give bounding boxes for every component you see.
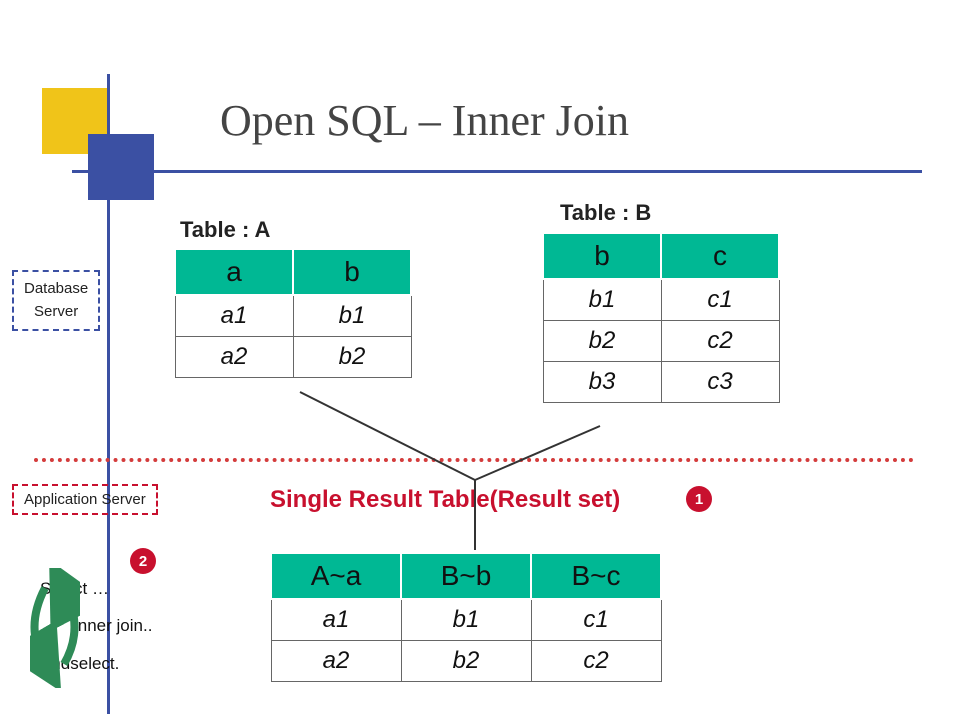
- table-row: b3 c3: [543, 362, 779, 403]
- table-row: a1 b1 c1: [271, 599, 661, 641]
- table-row: b2 c2: [543, 321, 779, 362]
- table-a-header: b: [293, 249, 411, 295]
- result-header: B~b: [401, 553, 531, 599]
- code-endselect: Endselect.: [40, 645, 152, 682]
- header-underline: [72, 170, 922, 173]
- result-table: A~a B~b B~c a1 b1 c1 a2 b2 c2: [270, 552, 662, 682]
- slide-title: Open SQL – Inner Join: [220, 95, 629, 146]
- result-title: Single Result Table(Result set): [270, 486, 620, 514]
- code-innerjoin: inner join..: [40, 607, 152, 644]
- application-server-box: Application Server: [12, 484, 158, 515]
- result-header: B~c: [531, 553, 661, 599]
- step-badge-1: 1: [686, 486, 712, 512]
- table-row: a2 b2 c2: [271, 641, 661, 682]
- decor-square-blue: [88, 134, 154, 200]
- table-b-header: b: [543, 233, 661, 279]
- table-a: a b a1 b1 a2 b2: [174, 248, 412, 378]
- table-row: b1 c1: [543, 279, 779, 321]
- table-a-header: a: [175, 249, 293, 295]
- db-server-line2: Server: [34, 303, 78, 320]
- table-b-label: Table : B: [560, 200, 651, 226]
- table-a-label: Table : A: [180, 217, 270, 243]
- code-select: Select …: [40, 570, 152, 607]
- db-server-line1: Database: [24, 280, 88, 297]
- table-b-header: c: [661, 233, 779, 279]
- database-server-box: Database Server: [12, 270, 100, 331]
- result-header: A~a: [271, 553, 401, 599]
- table-b: b c b1 c1 b2 c2 b3 c3: [542, 232, 780, 403]
- code-snippet: Select … inner join.. Endselect.: [40, 570, 152, 682]
- table-row: a1 b1: [175, 295, 411, 337]
- table-row: a2 b2: [175, 337, 411, 378]
- separator-dotted: [34, 458, 914, 462]
